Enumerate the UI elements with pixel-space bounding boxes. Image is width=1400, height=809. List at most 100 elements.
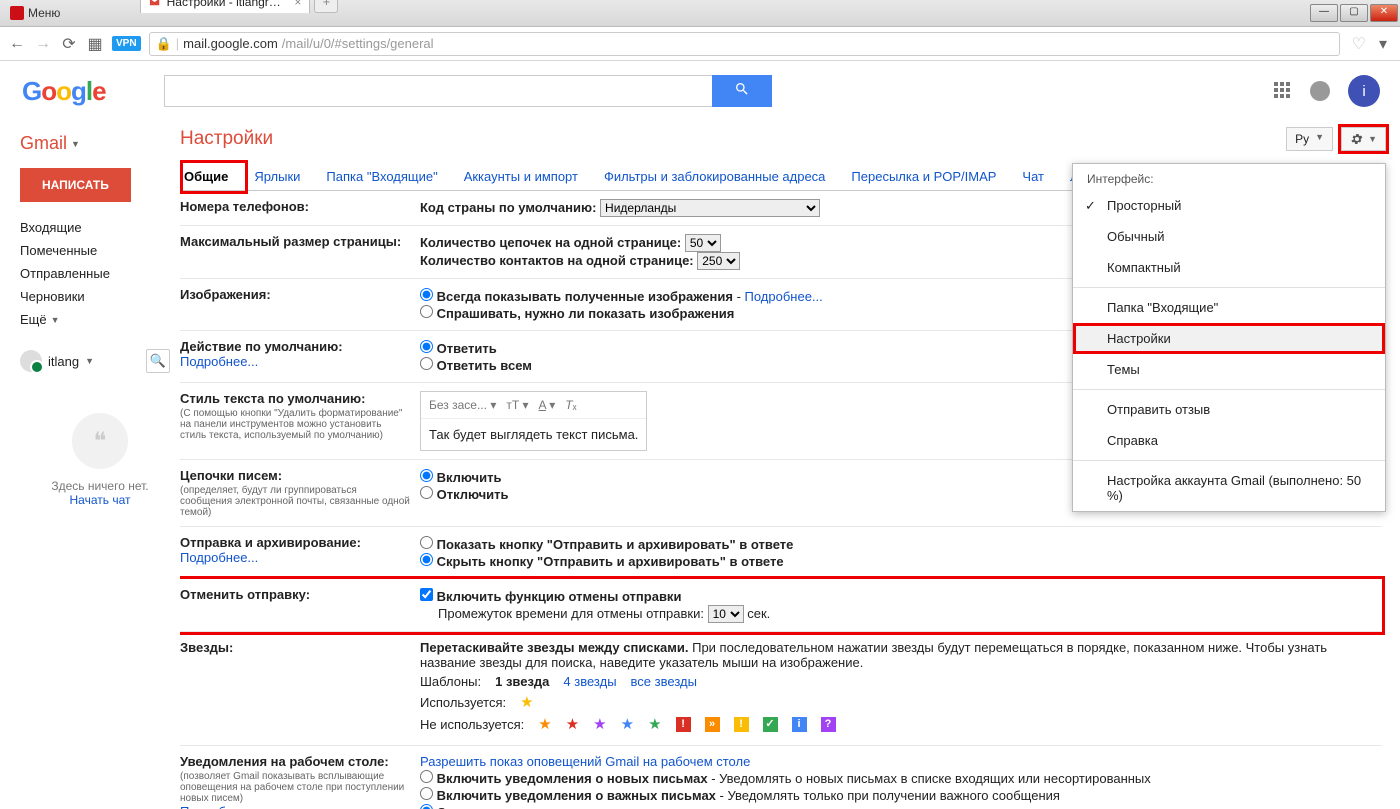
hangouts-user[interactable]: itlang ▼ 🔍 — [20, 349, 180, 373]
search-button[interactable] — [712, 75, 772, 107]
hangouts-empty-text: Здесь ничего нет. — [20, 479, 180, 493]
browser-tab[interactable]: Настройки - itlangru@gm... × — [140, 0, 310, 13]
star-yellow-icon[interactable]: ★ — [520, 693, 533, 711]
nav-inbox[interactable]: Входящие — [20, 216, 180, 239]
reload-icon[interactable]: ⟳ — [60, 35, 78, 53]
undo-period-select[interactable]: 10 — [708, 605, 744, 623]
default-action-more[interactable]: Подробнее... — [180, 354, 258, 369]
undo-enable[interactable]: Включить функцию отмены отправки — [420, 588, 1382, 604]
tab-accounts[interactable]: Аккаунты и импорт — [460, 161, 582, 190]
speed-dial-icon[interactable]: ▦ — [86, 35, 104, 53]
pagesize-label: Максимальный размер страницы: — [180, 234, 420, 270]
star-blue-icon[interactable]: ★ — [621, 715, 634, 733]
hangouts-search-icon[interactable]: 🔍 — [146, 349, 170, 373]
google-header: Google i — [0, 61, 1400, 121]
dd-feedback[interactable]: Отправить отзыв — [1073, 394, 1385, 425]
star-orange-icon[interactable]: ★ — [538, 715, 551, 733]
forward-icon[interactable]: → — [34, 35, 52, 53]
bookmark-icon[interactable]: ♡ — [1352, 34, 1366, 54]
nav-starred[interactable]: Помеченные — [20, 239, 180, 262]
country-select[interactable]: Нидерланды — [600, 199, 820, 217]
bang-red-icon[interactable]: ! — [676, 717, 691, 732]
stars-preset-1[interactable]: 1 звезда — [495, 674, 549, 689]
start-chat-link[interactable]: Начать чат — [70, 493, 131, 507]
font-sample: Так будет выглядеть текст письма. — [421, 419, 646, 450]
stars-preset-all[interactable]: все звезды — [631, 674, 697, 689]
dd-help[interactable]: Справка — [1073, 425, 1385, 456]
tab-labels[interactable]: Ярлыки — [250, 161, 304, 190]
tab-inbox[interactable]: Папка "Входящие" — [322, 161, 441, 190]
clear-formatting-icon[interactable]: Tₓ — [565, 398, 576, 412]
address-bar[interactable]: 🔒 | mail.google.com/mail/u/0/#settings/g… — [149, 32, 1340, 56]
dd-themes[interactable]: Темы — [1073, 354, 1385, 385]
default-action-label: Действие по умолчанию: — [180, 339, 343, 354]
url-path: /mail/u/0/#settings/general — [282, 36, 434, 51]
tab-filters[interactable]: Фильтры и заблокированные адреса — [600, 161, 829, 190]
font-family-picker[interactable]: Без засе... ▾ — [429, 398, 496, 412]
dd-interface-label: Интерфейс: — [1073, 164, 1385, 190]
stars-preset-4[interactable]: 4 звезды — [563, 674, 616, 689]
send-archive-label: Отправка и архивирование: — [180, 535, 361, 550]
desktop-important[interactable]: Включить уведомления о важных письмах - … — [420, 787, 1382, 803]
dd-inbox-config[interactable]: Папка "Входящие" — [1073, 292, 1385, 323]
maximize-button[interactable]: ▢ — [1340, 4, 1368, 22]
bang-yellow-icon[interactable]: ! — [734, 717, 749, 732]
settings-dropdown: Интерфейс: Просторный Обычный Компактный… — [1072, 163, 1386, 512]
dd-account-setup[interactable]: Настройка аккаунта Gmail (выполнено: 50 … — [1073, 465, 1385, 511]
nav-drafts[interactable]: Черновики — [20, 285, 180, 308]
dd-settings[interactable]: Настройки — [1073, 323, 1385, 354]
tab-forwarding[interactable]: Пересылка и POP/IMAP — [847, 161, 1000, 190]
contacts-per-page[interactable]: 250 — [697, 252, 740, 270]
info-blue-icon[interactable]: i — [792, 717, 807, 732]
desktop-off[interactable]: Отключить уведомления о новых письмах — [420, 804, 1382, 809]
font-size-picker[interactable]: тТ ▾ — [506, 398, 528, 412]
close-tab-icon[interactable]: × — [294, 0, 301, 9]
font-color-picker[interactable]: A ▾ — [539, 398, 556, 412]
account-avatar[interactable]: i — [1348, 75, 1380, 107]
question-purple-icon[interactable]: ? — [821, 717, 836, 732]
extensions-icon[interactable]: ▾ — [1374, 35, 1392, 53]
close-window-button[interactable]: ✕ — [1370, 4, 1398, 22]
threads-label: Цепочки писем: — [180, 468, 282, 483]
star-green-icon[interactable]: ★ — [648, 715, 661, 733]
desktop-new[interactable]: Включить уведомления о новых письмах - У… — [420, 770, 1382, 786]
menu-label: Меню — [28, 6, 60, 20]
images-label: Изображения: — [180, 287, 420, 322]
arrow-orange-icon[interactable]: » — [705, 717, 720, 732]
tab-chat[interactable]: Чат — [1018, 161, 1048, 190]
dd-density-cozy[interactable]: Обычный — [1073, 221, 1385, 252]
send-archive-show[interactable]: Показать кнопку "Отправить и архивироват… — [420, 536, 1382, 552]
search-input[interactable] — [164, 75, 712, 107]
compose-button[interactable]: НАПИСАТЬ — [20, 168, 131, 202]
hangouts-placeholder-icon: ❝ — [72, 413, 128, 469]
google-logo[interactable]: Google — [22, 76, 106, 107]
vpn-badge[interactable]: VPN — [112, 36, 141, 51]
star-red-icon[interactable]: ★ — [566, 715, 579, 733]
search-form — [164, 75, 772, 107]
new-tab-button[interactable]: + — [314, 0, 338, 13]
dd-density-comfortable[interactable]: Просторный — [1073, 190, 1385, 221]
back-icon[interactable]: ← — [8, 35, 26, 53]
settings-gear-button[interactable]: ▼ — [1341, 127, 1386, 151]
threads-per-page[interactable]: 50 — [685, 234, 721, 252]
input-language-button[interactable]: Ру▼ — [1286, 127, 1333, 151]
product-switcher[interactable]: Gmail ▼ — [20, 133, 180, 154]
desktop-allow-link[interactable]: Разрешить показ оповещений Gmail на рабо… — [420, 754, 750, 769]
google-apps-icon[interactable] — [1274, 82, 1292, 100]
star-purple-icon[interactable]: ★ — [593, 715, 606, 733]
send-archive-more[interactable]: Подробнее... — [180, 550, 258, 565]
browser-menu-button[interactable]: Меню — [0, 0, 70, 26]
check-green-icon[interactable]: ✓ — [763, 717, 778, 732]
notifications-icon[interactable] — [1310, 81, 1330, 101]
nav-sent[interactable]: Отправленные — [20, 262, 180, 285]
images-more-link[interactable]: Подробнее... — [745, 289, 823, 304]
dd-density-compact[interactable]: Компактный — [1073, 252, 1385, 283]
desktop-more[interactable]: Подробнее... — [180, 804, 258, 809]
nav-more[interactable]: Ещё ▼ — [20, 308, 180, 331]
phones-label: Номера телефонов: — [180, 199, 420, 217]
send-archive-hide[interactable]: Скрыть кнопку "Отправить и архивировать"… — [420, 553, 1382, 569]
main-panel: Настройки Ру▼ ▼ Интерфейс: Просторный Об… — [180, 121, 1400, 809]
tab-general[interactable]: Общие — [180, 161, 232, 190]
minimize-button[interactable]: — — [1310, 4, 1338, 22]
window-titlebar: Меню Настройки - itlangru@gm... × + — ▢ … — [0, 0, 1400, 27]
